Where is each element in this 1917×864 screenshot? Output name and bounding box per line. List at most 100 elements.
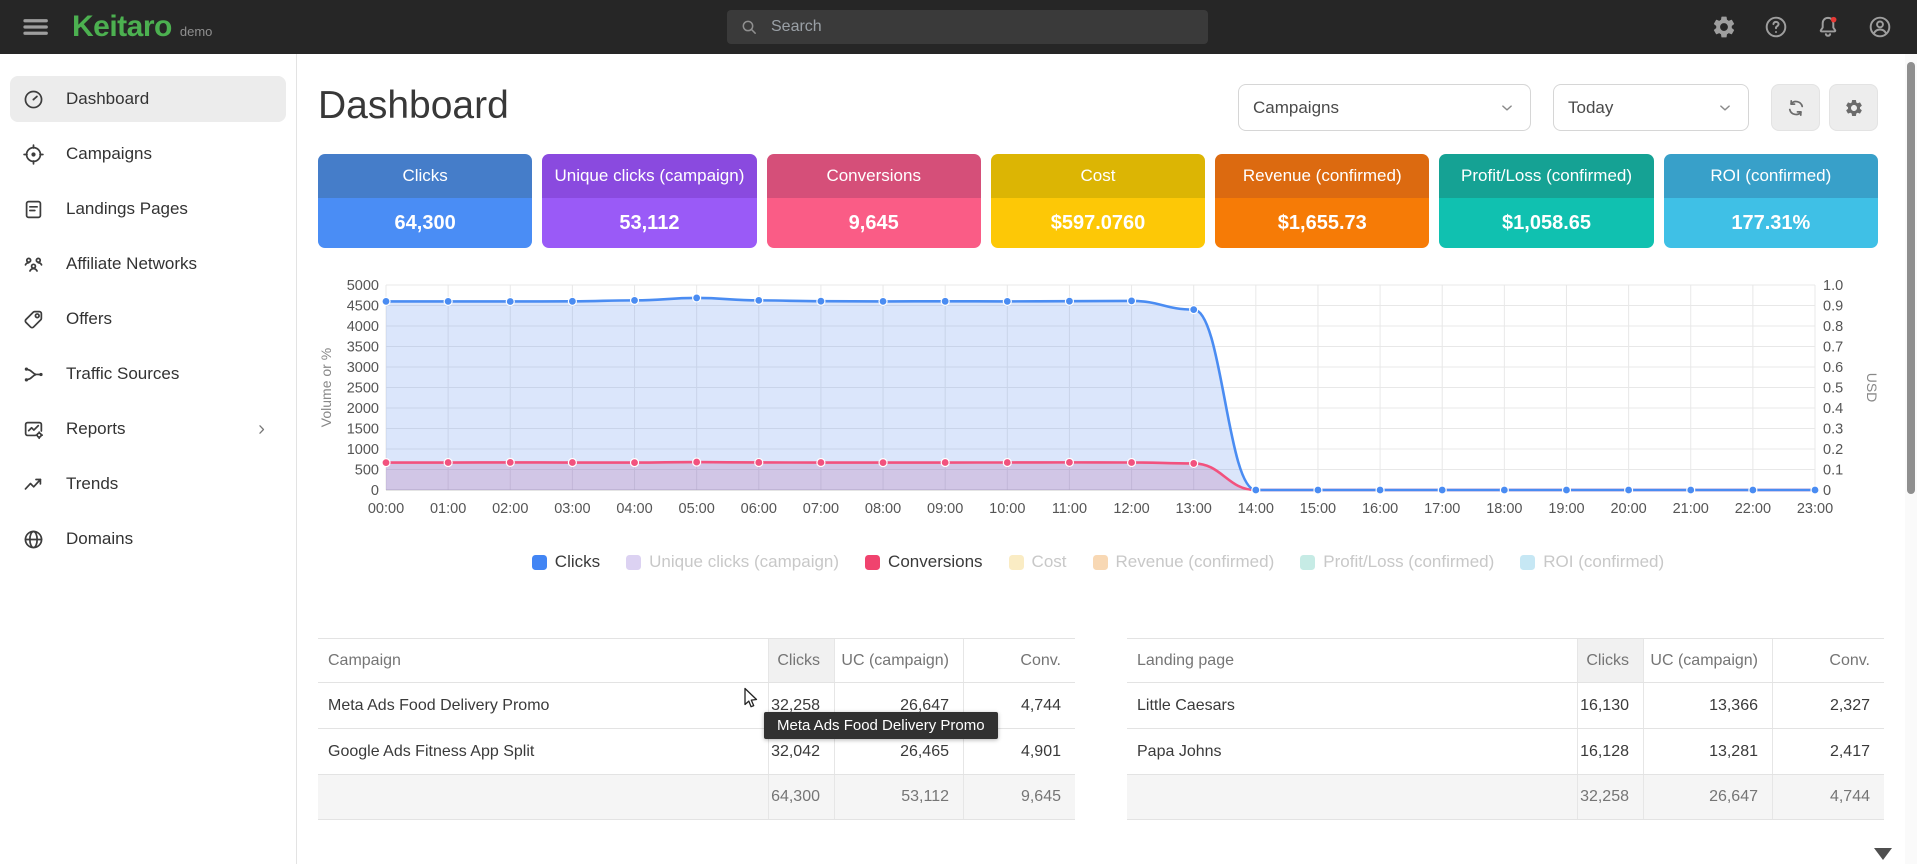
help-icon[interactable]: [1763, 14, 1789, 40]
column-header[interactable]: UC (campaign): [834, 639, 963, 682]
legend-item-unique-clicks-campaign[interactable]: Unique clicks (campaign): [626, 552, 839, 572]
sidebar-item-domains[interactable]: Domains: [10, 516, 286, 562]
row-value: 2,417: [1772, 729, 1884, 774]
stat-card-profit-loss-confirmed[interactable]: Profit/Loss (confirmed) $1,058.65: [1439, 154, 1653, 248]
legend-label: Profit/Loss (confirmed): [1323, 552, 1494, 572]
scroll-down-indicator[interactable]: [1874, 848, 1892, 860]
column-header[interactable]: Campaign: [318, 639, 768, 682]
svg-text:5000: 5000: [347, 278, 379, 294]
refresh-icon: [1785, 97, 1807, 119]
traffic-chart-svg: 0500100015002000250030003500400045005000…: [315, 278, 1877, 532]
column-header[interactable]: Clicks: [768, 639, 834, 682]
sidebar-item-traffic-sources[interactable]: Traffic Sources: [10, 351, 286, 397]
svg-text:03:00: 03:00: [554, 501, 590, 517]
svg-text:06:00: 06:00: [741, 501, 777, 517]
svg-text:01:00: 01:00: [430, 501, 466, 517]
stat-card-cost[interactable]: Cost $597.0760: [991, 154, 1205, 248]
svg-text:0.4: 0.4: [1823, 401, 1843, 417]
stat-card-roi-confirmed[interactable]: ROI (confirmed) 177.31%: [1664, 154, 1878, 248]
svg-text:13:00: 13:00: [1176, 501, 1212, 517]
total-value: 4,744: [1772, 775, 1884, 819]
sidebar-item-reports[interactable]: Reports: [10, 406, 286, 452]
svg-text:04:00: 04:00: [616, 501, 652, 517]
column-header[interactable]: Clicks: [1577, 639, 1643, 682]
legend-label: Unique clicks (campaign): [649, 552, 839, 572]
svg-text:0.2: 0.2: [1823, 442, 1843, 458]
column-header[interactable]: Conv.: [1772, 639, 1884, 682]
search-bar[interactable]: [727, 10, 1208, 44]
svg-text:1500: 1500: [347, 422, 379, 438]
legend-item-roi-confirmed[interactable]: ROI (confirmed): [1520, 552, 1664, 572]
user-icon[interactable]: [1867, 14, 1893, 40]
brand-logo[interactable]: Keitaro: [72, 10, 172, 44]
svg-text:21:00: 21:00: [1673, 501, 1709, 517]
bell-icon[interactable]: [1815, 14, 1841, 40]
total-value: 9,645: [963, 775, 1075, 819]
svg-text:14:00: 14:00: [1238, 501, 1274, 517]
sidebar-item-dashboard[interactable]: Dashboard: [10, 76, 286, 122]
stat-card-label: Revenue (confirmed): [1215, 154, 1429, 198]
column-header[interactable]: Conv.: [963, 639, 1075, 682]
row-value: 2,327: [1772, 683, 1884, 728]
svg-text:00:00: 00:00: [368, 501, 404, 517]
chevron-down-icon: [1716, 99, 1734, 117]
stat-card-label: Clicks: [318, 154, 532, 198]
svg-text:18:00: 18:00: [1486, 501, 1522, 517]
domains-icon: [22, 528, 45, 551]
svg-text:0.3: 0.3: [1823, 422, 1843, 438]
traffic-sources-icon: [22, 363, 45, 386]
legend-label: Clicks: [555, 552, 600, 572]
row-value: 13,281: [1643, 729, 1772, 774]
svg-text:0.7: 0.7: [1823, 340, 1843, 356]
table-row[interactable]: Little Caesars16,13013,3662,327: [1127, 683, 1884, 729]
stat-card-unique-clicks-campaign[interactable]: Unique clicks (campaign) 53,112: [542, 154, 756, 248]
stat-card-label: Cost: [991, 154, 1205, 198]
hamburger-menu-icon[interactable]: [20, 12, 50, 42]
stat-card-clicks[interactable]: Clicks 64,300: [318, 154, 532, 248]
stat-card-value: 53,112: [542, 198, 756, 248]
svg-text:1.0: 1.0: [1823, 278, 1843, 294]
legend-item-cost[interactable]: Cost: [1009, 552, 1067, 572]
stat-card-label: Unique clicks (campaign): [542, 154, 756, 198]
dashboard-settings-button[interactable]: [1829, 84, 1878, 131]
sidebar-item-affiliate-networks[interactable]: Affiliate Networks: [10, 241, 286, 287]
svg-text:17:00: 17:00: [1424, 501, 1460, 517]
svg-text:3000: 3000: [347, 360, 379, 376]
column-header[interactable]: Landing page: [1127, 639, 1577, 682]
legend-item-conversions[interactable]: Conversions: [865, 552, 983, 572]
stat-card-conversions[interactable]: Conversions 9,645: [767, 154, 981, 248]
notification-badge: [1831, 17, 1837, 23]
svg-text:3500: 3500: [347, 340, 379, 356]
keitaro-dashboard-page: Keitaro demo Dashboard Campaigns: [0, 0, 1917, 864]
legend-label: Conversions: [888, 552, 983, 572]
legend-item-profit-loss-confirmed[interactable]: Profit/Loss (confirmed): [1300, 552, 1494, 572]
date-range-dropdown[interactable]: Today: [1553, 84, 1749, 131]
sidebar-item-landings-pages[interactable]: Landings Pages: [10, 186, 286, 232]
row-name[interactable]: Little Caesars: [1127, 683, 1577, 728]
campaigns-filter-dropdown[interactable]: Campaigns: [1238, 84, 1531, 131]
row-name[interactable]: Google Ads Fitness App Split: [318, 729, 768, 774]
row-name[interactable]: Meta Ads Food Delivery Promo: [318, 683, 768, 728]
traffic-chart[interactable]: 0500100015002000250030003500400045005000…: [315, 278, 1877, 532]
stat-card-revenue-confirmed[interactable]: Revenue (confirmed) $1,655.73: [1215, 154, 1429, 248]
legend-label: Cost: [1032, 552, 1067, 572]
sidebar-item-offers[interactable]: Offers: [10, 296, 286, 342]
sidebar-item-label: Dashboard: [66, 89, 149, 109]
svg-text:4500: 4500: [347, 299, 379, 315]
sidebar-item-campaigns[interactable]: Campaigns: [10, 131, 286, 177]
gear-icon[interactable]: [1711, 14, 1737, 40]
row-value: 16,128: [1577, 729, 1643, 774]
row-name[interactable]: Papa Johns: [1127, 729, 1577, 774]
page-scrollbar[interactable]: [1905, 54, 1917, 864]
legend-item-revenue-confirmed[interactable]: Revenue (confirmed): [1093, 552, 1275, 572]
sidebar-item-trends[interactable]: Trends: [10, 461, 286, 507]
scrollbar-thumb[interactable]: [1907, 62, 1915, 494]
reports-icon: [22, 418, 45, 441]
legend-item-clicks[interactable]: Clicks: [532, 552, 600, 572]
table-row[interactable]: Papa Johns16,12813,2812,417: [1127, 729, 1884, 775]
search-input[interactable]: [771, 18, 1151, 36]
svg-text:USD: USD: [1864, 373, 1877, 403]
top-bar: Keitaro demo: [0, 0, 1917, 54]
refresh-button[interactable]: [1771, 84, 1820, 131]
column-header[interactable]: UC (campaign): [1643, 639, 1772, 682]
